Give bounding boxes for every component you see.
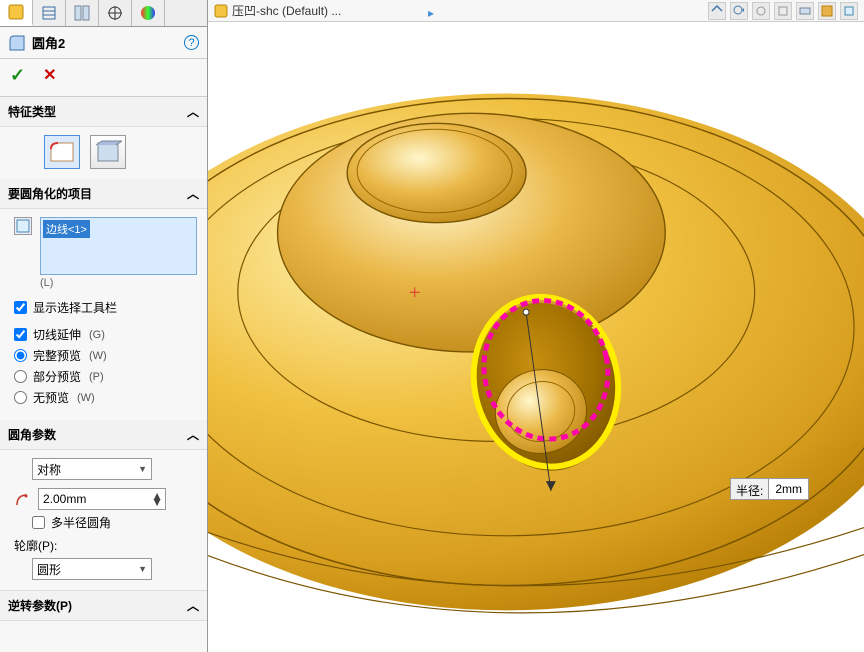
viewport[interactable]: 压凹-shc (Default) ... ▸ — [208, 0, 864, 652]
breadcrumb-bar: 压凹-shc (Default) ... — [208, 0, 864, 22]
tangent-checkbox[interactable] — [14, 328, 27, 341]
chevron-up-icon: ︿ — [187, 185, 199, 202]
section-params-title: 圆角参数 — [8, 426, 56, 443]
radius-input[interactable]: ▲ ▼ — [38, 488, 166, 510]
partial-preview-radio[interactable] — [14, 370, 27, 383]
appearance-icon — [139, 4, 157, 22]
no-preview-shortcut: (W) — [77, 392, 95, 404]
radius-callout-value[interactable]: 2mm — [769, 479, 808, 499]
view-tool-rotate[interactable] — [730, 2, 748, 20]
selected-edge[interactable]: 边线<1> — [43, 220, 90, 238]
dropdown-icon: ▼ — [138, 464, 147, 474]
section-params-body: 对称 ▼ ▲ ▼ 多半径圆角 轮廓(P): 圆形 ▼ — [0, 450, 207, 590]
accept-button[interactable]: ✓ — [10, 65, 25, 86]
tangent-shortcut: (G) — [89, 329, 105, 341]
reject-button[interactable]: ✕ — [43, 65, 56, 86]
chevron-down-icon: ︿ — [187, 597, 199, 614]
accept-reject-row: ✓ ✕ — [0, 59, 207, 97]
tab-dimxpert[interactable] — [99, 0, 132, 26]
config-icon — [73, 4, 91, 22]
section-items-body: 边线<1> (L) 显示选择工具栏 切线延伸 (G) 完整预览 (W) 部分预览… — [0, 209, 207, 420]
no-preview-label: 无预览 — [33, 389, 69, 406]
section-offset-header[interactable]: 逆转参数(P) ︿ — [0, 590, 207, 621]
fillet-icon — [8, 34, 26, 52]
dimxpert-icon — [106, 4, 124, 22]
part-icon — [214, 4, 228, 18]
feature-title-row: 圆角2 ? — [0, 27, 207, 59]
full-preview-radio[interactable] — [14, 349, 27, 362]
profile-combo[interactable]: 圆形 ▼ — [32, 558, 152, 580]
breadcrumb-text[interactable]: 压凹-shc (Default) ... — [232, 2, 341, 19]
multi-radius-label: 多半径圆角 — [51, 514, 111, 531]
spinner-arrows: ▲ ▼ — [151, 493, 163, 505]
feature-name: 圆角2 — [32, 33, 65, 52]
edge-selection-list[interactable]: 边线<1> — [40, 217, 197, 275]
radius-callout-label: 半径: — [731, 479, 769, 499]
symmetry-value: 对称 — [37, 461, 61, 478]
section-items-header[interactable]: 要圆角化的项目 ︿ — [0, 179, 207, 209]
full-preview-label: 完整预览 — [33, 347, 81, 364]
no-preview-radio[interactable] — [14, 391, 27, 404]
profile-value: 圆形 — [37, 561, 61, 578]
multi-radius-checkbox[interactable] — [32, 516, 45, 529]
section-feature-type-header[interactable]: 特征类型 ︿ — [0, 97, 207, 127]
view-tool-scene[interactable] — [818, 2, 836, 20]
spinner-down[interactable]: ▼ — [151, 499, 163, 505]
property-panel: 圆角2 ? ✓ ✕ 特征类型 ︿ 要圆角化的项目 ︿ 边线<1> — [0, 0, 208, 652]
symmetry-combo[interactable]: 对称 ▼ — [32, 458, 152, 480]
radius-field[interactable] — [43, 492, 151, 506]
selection-shortcut: (L) — [40, 277, 53, 289]
face-fillet-icon — [94, 139, 122, 165]
edge-selection-icon — [14, 217, 32, 235]
dropdown-icon: ▼ — [138, 564, 147, 574]
radius-icon — [14, 490, 32, 508]
view-tools — [708, 2, 858, 20]
section-items-title: 要圆角化的项目 — [8, 185, 92, 202]
full-preview-shortcut: (W) — [89, 350, 107, 362]
profile-label: 轮廓(P): — [14, 537, 197, 554]
partial-preview-label: 部分预览 — [33, 368, 81, 385]
radius-callout[interactable]: 半径: 2mm — [730, 478, 809, 500]
section-feature-type-title: 特征类型 — [8, 103, 56, 120]
section-params-header[interactable]: 圆角参数 ︿ — [0, 420, 207, 450]
breadcrumb-arrow-icon[interactable]: ▸ — [428, 6, 434, 20]
partial-preview-shortcut: (P) — [89, 371, 104, 383]
chevron-up-icon: ︿ — [187, 426, 199, 443]
help-icon[interactable]: ? — [184, 35, 199, 50]
view-tool-display[interactable] — [796, 2, 814, 20]
view-tool-zoom[interactable] — [708, 2, 726, 20]
fillet-type-constant-button[interactable] — [44, 135, 80, 169]
feature-tree-icon — [7, 3, 25, 21]
tab-property[interactable] — [33, 0, 66, 26]
tab-config[interactable] — [66, 0, 99, 26]
model-3d-view[interactable] — [208, 22, 864, 652]
property-icon — [40, 4, 58, 22]
chevron-up-icon: ︿ — [187, 103, 199, 120]
tab-appearance[interactable] — [132, 0, 165, 26]
tangent-label: 切线延伸 — [33, 326, 81, 343]
view-tool-settings[interactable] — [840, 2, 858, 20]
fillet-type-face-button[interactable] — [90, 135, 126, 169]
view-tool-pan[interactable] — [752, 2, 770, 20]
panel-tabs — [0, 0, 207, 27]
section-offset-title: 逆转参数(P) — [8, 597, 72, 614]
section-feature-type-body — [0, 127, 207, 179]
tab-feature[interactable] — [0, 0, 33, 26]
show-toolbar-checkbox[interactable] — [14, 301, 27, 314]
view-tool-section[interactable] — [774, 2, 792, 20]
show-toolbar-label: 显示选择工具栏 — [33, 299, 117, 316]
constant-fillet-icon — [48, 139, 76, 165]
